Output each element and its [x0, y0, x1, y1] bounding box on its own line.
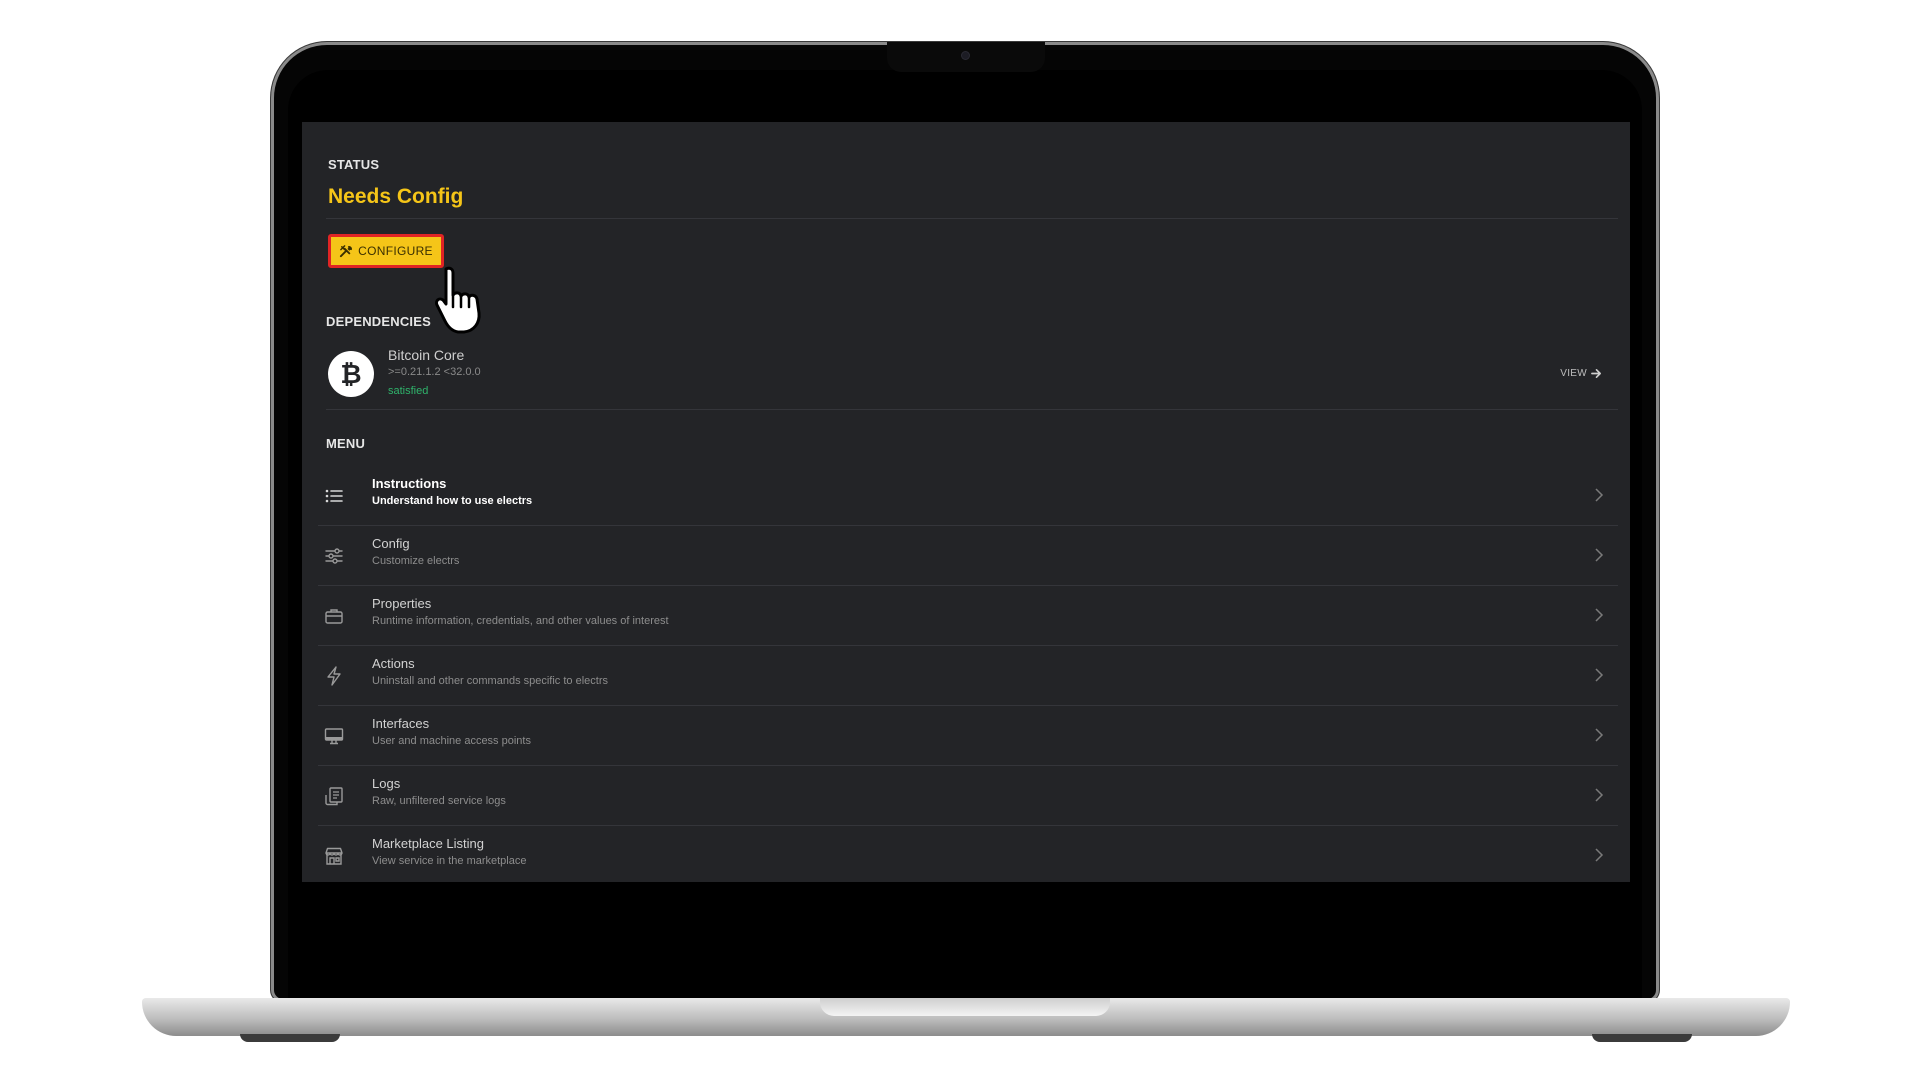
chevron-right-icon — [1595, 788, 1604, 802]
receipt-icon — [325, 787, 343, 806]
menu-item-actions[interactable]: Actions Uninstall and other commands spe… — [318, 646, 1618, 706]
menu-item-title: Properties — [372, 596, 432, 611]
pointer-hand-cursor-icon — [435, 266, 481, 334]
desktop-icon — [324, 728, 344, 745]
menu-item-title: Instructions — [372, 476, 447, 491]
status-divider — [326, 218, 1618, 219]
camera-icon — [962, 52, 969, 59]
flash-icon — [327, 666, 341, 686]
menu-item-description: Understand how to use electrs — [372, 495, 533, 507]
configure-button-label: CONFIGURE — [358, 244, 433, 258]
laptop-foot-right — [1592, 1034, 1692, 1042]
dependency-status: satisfied — [388, 385, 429, 397]
view-link-label: VIEW — [1560, 368, 1587, 379]
sliders-icon — [325, 548, 343, 564]
chevron-right-icon — [1595, 848, 1604, 862]
menu-item-description: Runtime information, credentials, and ot… — [372, 615, 669, 627]
menu-item-description: Uninstall and other commands specific to… — [372, 675, 608, 687]
camera-notch — [887, 42, 1045, 72]
menu-item-description: View service in the marketplace — [372, 855, 527, 867]
dependency-version: >=0.21.1.2 <32.0.0 — [388, 366, 481, 378]
screen-bottom-bezel — [302, 882, 1630, 954]
dependency-name: Bitcoin Core — [388, 347, 465, 363]
chevron-right-icon — [1595, 728, 1604, 742]
menu-item-interfaces[interactable]: Interfaces User and machine access point… — [318, 706, 1618, 766]
bitcoin-icon: ₿ — [328, 351, 374, 397]
menu-item-logs[interactable]: Logs Raw, unfiltered service logs — [318, 766, 1618, 826]
menu-item-description: Raw, unfiltered service logs — [372, 795, 506, 807]
menu-item-title: Marketplace Listing — [372, 836, 484, 851]
menu-item-marketplace-listing[interactable]: Marketplace Listing View service in the … — [318, 826, 1618, 882]
menu-item-config[interactable]: Config Customize electrs — [318, 526, 1618, 586]
dependencies-divider — [326, 409, 1618, 410]
chevron-right-icon — [1595, 548, 1604, 562]
menu-item-title: Actions — [372, 656, 415, 671]
list-icon — [325, 489, 343, 503]
tools-icon — [340, 244, 353, 257]
menu-section-label: MENU — [326, 436, 366, 451]
status-value: Needs Config — [328, 185, 464, 208]
menu-item-description: Customize electrs — [372, 555, 460, 567]
menu-item-instructions[interactable]: Instructions Understand how to use elect… — [318, 466, 1618, 526]
storefront-icon — [325, 847, 343, 865]
briefcase-icon — [325, 609, 343, 624]
chevron-right-icon — [1595, 488, 1604, 502]
menu-item-properties[interactable]: Properties Runtime information, credenti… — [318, 586, 1618, 646]
chevron-right-icon — [1595, 608, 1604, 622]
menu-item-title: Logs — [372, 776, 401, 791]
arrow-right-icon — [1591, 369, 1601, 378]
menu-item-title: Interfaces — [372, 716, 430, 731]
menu-item-title: Config — [372, 536, 410, 551]
dependency-row-bitcoin-core[interactable]: ₿ Bitcoin Core >=0.21.1.2 <32.0.0 satisf… — [326, 340, 1618, 408]
status-section-label: STATUS — [328, 157, 380, 172]
view-dependency-link[interactable]: VIEW — [1560, 368, 1602, 379]
laptop-foot-left — [240, 1034, 340, 1042]
menu-list: Instructions Understand how to use elect… — [318, 466, 1618, 882]
app-screen: STATUS Needs Config CONFIGURE DEPENDENCI… — [302, 122, 1630, 882]
svg-text:₿: ₿ — [340, 360, 361, 390]
dependencies-section-label: DEPENDENCIES — [326, 314, 431, 329]
menu-item-description: User and machine access points — [372, 735, 531, 747]
configure-button[interactable]: CONFIGURE — [328, 234, 444, 268]
laptop-opening-lip — [820, 998, 1110, 1016]
chevron-right-icon — [1595, 668, 1604, 682]
service-detail-page: STATUS Needs Config CONFIGURE DEPENDENCI… — [302, 122, 1630, 882]
